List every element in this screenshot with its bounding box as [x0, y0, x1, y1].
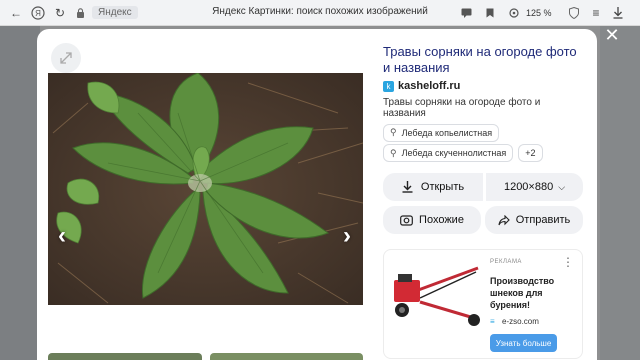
thumbnail[interactable] [209, 353, 363, 360]
source-domain[interactable]: kasheloff.ru [398, 80, 460, 92]
image-title-link[interactable]: Травы сорняки на огороде фото и названия [383, 44, 585, 76]
ad-domain[interactable]: ≡ e-zso.com [490, 317, 539, 326]
ad-learn-more-button[interactable]: Узнать больше [490, 334, 557, 352]
open-row: Открыть 1200×880 ⌵ [383, 173, 583, 201]
protect-shield-icon[interactable] [566, 5, 582, 21]
bookmark-icon[interactable] [482, 5, 498, 21]
ad-label: РЕКЛАМА [490, 259, 522, 265]
share-button[interactable]: Отправить [485, 206, 583, 234]
background-results-left [0, 26, 40, 360]
tag-label: Лебеда копьелистная [401, 127, 493, 138]
ad-favicon-icon: ≡ [490, 317, 495, 326]
comment-icon[interactable] [458, 5, 474, 21]
tag-row-1: ⚲ Лебеда копьелистная [383, 122, 500, 142]
chevron-down-icon: ⌵ [558, 181, 566, 192]
tag-label: Лебеда скученнолистная [401, 148, 507, 158]
more-tags-chip[interactable]: +2 [518, 144, 543, 162]
ad-image[interactable] [390, 258, 482, 330]
yandex-browser-icon[interactable]: Я [30, 5, 46, 21]
image-viewer-modal: ‹ › Травы сорняки на огороде фото и назв… [37, 29, 597, 360]
tag-chip[interactable]: ⚲ Лебеда копьелистная [383, 123, 500, 142]
search-icon: ⚲ [390, 127, 397, 137]
address-domain[interactable]: Яндекс [92, 6, 138, 19]
ad-block[interactable]: РЕКЛАМА ⋮ Производство шнеков для бурени… [383, 249, 583, 359]
search-icon: ⚲ [390, 147, 397, 158]
browser-toolbar: ← Я ↻ Яндекс Яндекс Картинки: поиск похо… [0, 0, 640, 26]
background-results-right [600, 26, 640, 360]
image-info-panel: Травы сорняки на огороде фото и названия… [383, 44, 585, 119]
open-label: Открыть [420, 181, 465, 193]
size-select[interactable]: 1200×880 ⌵ [486, 173, 583, 201]
similar-label: Похожие [419, 214, 464, 226]
ad-headline[interactable]: Производство шнеков для бурения! [490, 275, 580, 311]
tag-chip[interactable]: ⚲ Лебеда скученнолистная [383, 144, 514, 162]
back-icon[interactable]: ← [8, 5, 24, 21]
camera-search-icon [400, 215, 413, 226]
expand-icon[interactable] [51, 43, 81, 73]
menu-icon[interactable]: ≡ [588, 5, 604, 21]
thumbnail[interactable] [48, 353, 202, 360]
tag-row-2: ⚲ Лебеда скученнолистная +2 [383, 144, 543, 162]
similar-button[interactable]: Похожие [383, 206, 481, 234]
share-label: Отправить [515, 214, 571, 226]
size-label: 1200×880 [503, 181, 554, 193]
address-bar[interactable]: Яндекс [72, 3, 138, 23]
svg-text:Я: Я [35, 9, 41, 18]
next-image-arrow[interactable]: › [337, 221, 357, 251]
share-icon [498, 214, 510, 225]
open-button[interactable]: Открыть [383, 173, 483, 201]
lock-icon [72, 5, 88, 21]
reload-icon[interactable]: ↻ [52, 5, 68, 21]
previous-image-arrow[interactable]: ‹ [52, 221, 72, 251]
browser-actions: 125 % [458, 5, 552, 21]
ad-domain-text: e-zso.com [502, 317, 539, 326]
main-image[interactable]: ‹ › [48, 73, 363, 305]
window-actions: ≡ [566, 5, 626, 21]
download-icon [402, 181, 413, 193]
image-source[interactable]: k kasheloff.ru [383, 80, 585, 92]
site-favicon-icon: k [383, 80, 394, 92]
close-icon[interactable]: ✕ [604, 26, 620, 44]
image-description: Травы сорняки на огороде фото и названия [383, 97, 541, 119]
extensions-icon[interactable] [506, 5, 522, 21]
similar-thumbnails-strip [48, 353, 363, 360]
more-options-icon[interactable]: ⋮ [562, 256, 574, 268]
actions-row: Похожие Отправить [383, 206, 583, 234]
download-icon[interactable] [610, 5, 626, 21]
zoom-level[interactable]: 125 % [526, 8, 552, 18]
